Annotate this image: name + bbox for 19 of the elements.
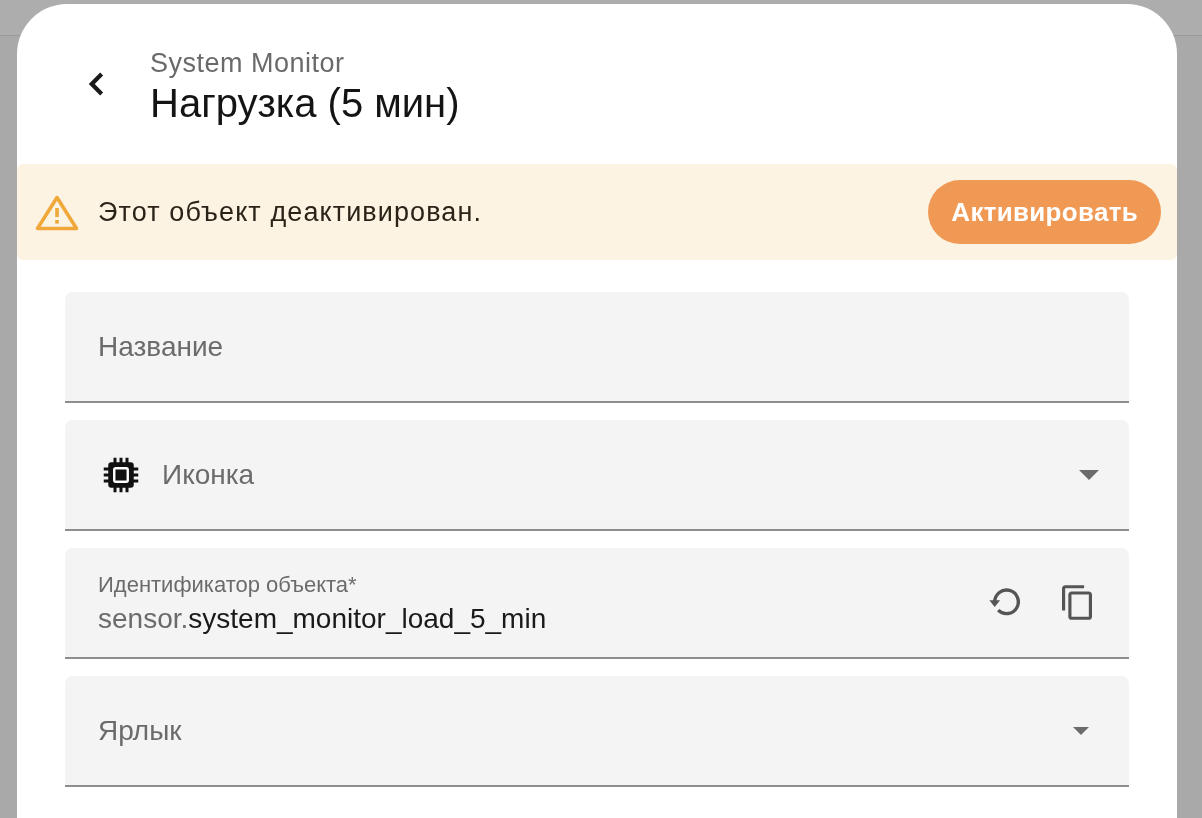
dialog-subtitle: System Monitor — [150, 47, 346, 79]
dropdown-caret-icon[interactable] — [1073, 726, 1089, 735]
field-placeholder: Иконка — [162, 458, 255, 491]
icon-select-field[interactable]: Иконка — [65, 420, 1129, 531]
warning-icon — [35, 193, 79, 231]
dropdown-caret-icon[interactable] — [1079, 469, 1099, 480]
field-label: Идентификатор объекта* — [98, 571, 358, 598]
chip-icon — [103, 456, 139, 493]
dialog-title: Нагрузка (5 мин) — [150, 80, 460, 127]
entity-id-prefix: sensor. — [98, 602, 189, 635]
name-field[interactable]: Название — [65, 292, 1129, 403]
select-field[interactable]: Ярлык — [65, 676, 1129, 787]
refresh-icon[interactable] — [989, 587, 1020, 618]
entity-id-value: system_monitor_load_5_min — [188, 602, 547, 635]
field-placeholder: Ярлык — [98, 714, 182, 747]
back-chevron-icon[interactable] — [88, 72, 104, 96]
copy-icon[interactable] — [1062, 585, 1092, 620]
warning-message: Этот объект деактивирован. — [98, 196, 484, 228]
entity-id-field[interactable]: Идентификатор объекта* sensor.system_monitor_load_5_min — [65, 548, 1129, 659]
